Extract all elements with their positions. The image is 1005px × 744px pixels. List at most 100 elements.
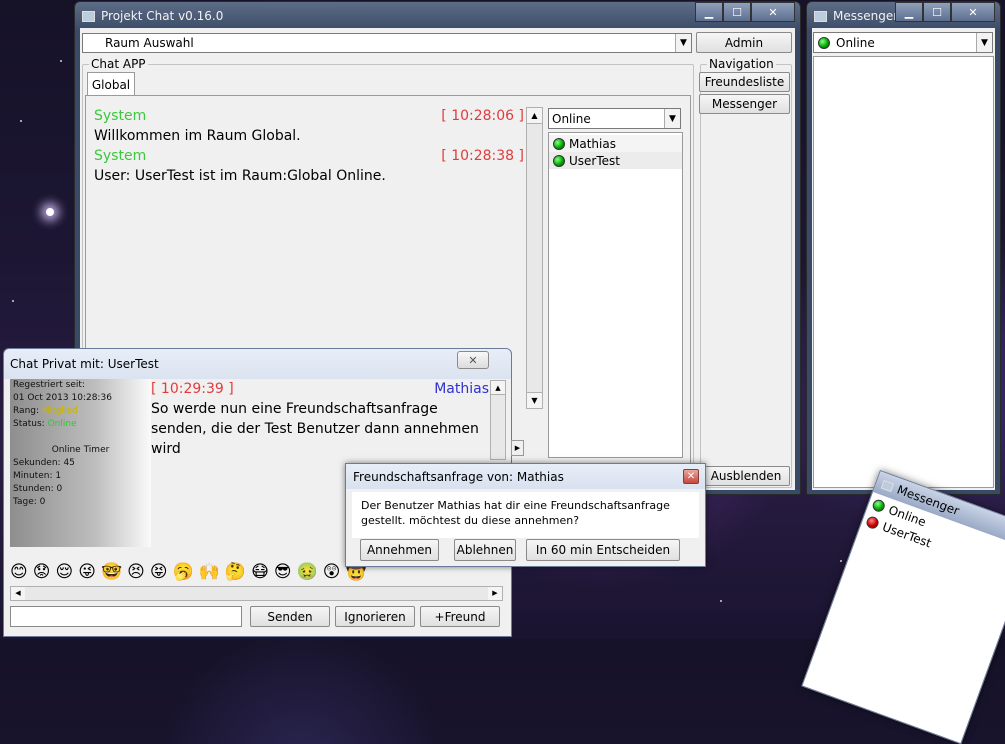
main-window-title: Projekt Chat v0.16.0	[101, 9, 224, 23]
emoji-icon[interactable]: 🤓	[101, 560, 122, 584]
admin-button[interactable]: Admin	[696, 32, 792, 53]
message-text: User: UserTest ist im Raum:Global Online…	[94, 168, 386, 184]
registered-label: Regestriert seit:	[13, 380, 85, 390]
mini-messenger-window: Messenger Online UserTest	[801, 470, 1005, 744]
message-sender: System	[94, 148, 147, 164]
emoji-icon[interactable]: 😟	[33, 560, 51, 584]
private-message-sender: Mathias	[434, 381, 489, 397]
user-info-panel: Regestriert seit: 01 Oct 2013 10:28:36 R…	[10, 379, 151, 547]
scroll-up-icon[interactable]: ▲	[527, 108, 542, 124]
messenger-button[interactable]: Messenger	[699, 94, 790, 114]
messenger-titlebar[interactable]: Messenger ▁ ☐ ✕	[812, 2, 995, 30]
decline-button[interactable]: Ablehnen	[454, 539, 516, 561]
friend-dialog-body: Der Benutzer Mathias hat dir eine Freund…	[352, 492, 699, 538]
chat-scrollbar[interactable]: ▲ ▼	[526, 107, 543, 409]
emoji-icon[interactable]: 😊	[10, 560, 28, 584]
send-button[interactable]: Senden	[250, 606, 330, 627]
scroll-up-icon[interactable]: ▲	[491, 381, 505, 395]
ignore-button[interactable]: Ignorieren	[335, 606, 415, 627]
timer-seconds: Sekunden: 45	[13, 458, 75, 468]
close-button[interactable]: ✕	[457, 351, 489, 369]
close-icon[interactable]: ✕	[683, 469, 699, 484]
online-status-icon	[818, 36, 830, 49]
user-list: Mathias UserTest	[548, 132, 683, 458]
star	[12, 300, 14, 302]
close-button[interactable]: ✕	[951, 2, 995, 22]
emoji-icon[interactable]: 🥱	[173, 560, 194, 584]
private-message-line: senden, die der Test Benutzer dann anneh…	[151, 421, 479, 437]
emoji-icon[interactable]: 😌	[55, 560, 73, 584]
messenger-client-area: Online ▼	[812, 28, 995, 490]
chevron-down-icon[interactable]: ▼	[664, 109, 680, 128]
online-status-icon	[553, 154, 565, 167]
emoji-icon[interactable]: 😝	[150, 560, 168, 584]
friend-request-dialog: Freundschaftsanfrage von: Mathias ✕ Der …	[345, 463, 706, 567]
emoji-icon[interactable]: 🙌	[199, 560, 220, 584]
star	[720, 600, 722, 602]
emoji-icon[interactable]: 🤔	[225, 560, 246, 584]
star	[840, 560, 842, 562]
tab-global[interactable]: Global	[87, 72, 135, 96]
messenger-window: Messenger ▁ ☐ ✕ Online ▼	[806, 1, 1001, 495]
decide-later-button[interactable]: In 60 min Entscheiden	[526, 539, 680, 561]
messenger-status-select[interactable]: Online ▼	[813, 32, 993, 53]
friend-dialog-titlebar[interactable]: Freundschaftsanfrage von: Mathias ✕	[346, 464, 705, 489]
main-titlebar[interactable]: Projekt Chat v0.16.0 ▁ ☐ ✕	[80, 2, 795, 30]
emoji-icon[interactable]: 😷	[251, 560, 269, 584]
emoji-scrollbar[interactable]: ◀ ▶	[10, 586, 503, 601]
private-chat-title: Chat Privat mit: UserTest	[10, 357, 159, 371]
private-message-input[interactable]	[10, 606, 242, 627]
private-chat-titlebar[interactable]: Chat Privat mit: UserTest ✕	[4, 349, 511, 379]
emoji-icon[interactable]: 😎	[274, 560, 292, 584]
offline-status-icon	[864, 514, 881, 531]
close-button[interactable]: ✕	[751, 2, 795, 22]
navigation-label: Navigation	[707, 57, 776, 71]
rank-row: Rang: Mitglied	[13, 406, 78, 416]
scroll-left-icon[interactable]: ◀	[11, 587, 25, 600]
hide-button[interactable]: Ausblenden	[702, 466, 790, 486]
app-icon	[82, 10, 95, 22]
star	[60, 60, 62, 62]
minimize-button[interactable]: ▁	[695, 2, 723, 22]
emoji-icon[interactable]: 😣	[127, 560, 145, 584]
bright-star	[46, 208, 54, 216]
message-time: [ 10:28:38 ]	[441, 148, 524, 164]
emoji-icon[interactable]: 😜	[78, 560, 96, 584]
chevron-down-icon[interactable]: ▼	[976, 33, 992, 52]
maximize-button[interactable]: ☐	[723, 2, 751, 22]
user-list-item[interactable]: Mathias	[549, 135, 682, 152]
user-list-item[interactable]: UserTest	[549, 152, 682, 169]
timer-hours: Stunden: 0	[13, 484, 63, 494]
messenger-contact-list	[813, 56, 994, 488]
private-chat-scrollbar[interactable]: ▲	[490, 380, 506, 460]
status-select[interactable]: Online ▼	[548, 108, 681, 129]
scroll-down-icon[interactable]: ▼	[527, 392, 542, 408]
scroll-right-icon[interactable]: ▶	[488, 587, 502, 600]
registered-date: 01 Oct 2013 10:28:36	[13, 393, 112, 403]
scroll-right-icon[interactable]: ▶	[511, 440, 524, 456]
chat-app-label: Chat APP	[89, 57, 148, 71]
message-text: Willkommen im Raum Global.	[94, 128, 301, 144]
navigation-group: Navigation	[700, 57, 792, 488]
maximize-button[interactable]: ☐	[923, 2, 951, 22]
message-sender: System	[94, 108, 147, 124]
friendlist-button[interactable]: Freundesliste	[699, 72, 790, 92]
chevron-down-icon[interactable]: ▼	[675, 34, 691, 52]
room-select[interactable]: Raum Auswahl ▼	[82, 33, 692, 53]
message-time: [ 10:28:06 ]	[441, 108, 524, 124]
timer-minutes: Minuten: 1	[13, 471, 62, 481]
accept-button[interactable]: Annehmen	[360, 539, 439, 561]
friend-dialog-title: Freundschaftsanfrage von: Mathias	[353, 469, 564, 484]
private-message-line: wird	[151, 441, 181, 457]
app-icon	[814, 10, 827, 22]
emoji-icon[interactable]: 😲	[323, 560, 341, 584]
online-timer-title: Online Timer	[51, 445, 110, 455]
emoji-icon[interactable]: 🤢	[297, 560, 318, 584]
minimize-button[interactable]: ▁	[895, 2, 923, 22]
message-row: System [ 10:28:06 ]	[94, 108, 524, 128]
message-row: System [ 10:28:38 ]	[94, 148, 524, 168]
add-friend-button[interactable]: +Freund	[420, 606, 500, 627]
star	[20, 120, 22, 122]
online-status-icon	[553, 137, 565, 150]
online-status-icon	[871, 498, 887, 514]
